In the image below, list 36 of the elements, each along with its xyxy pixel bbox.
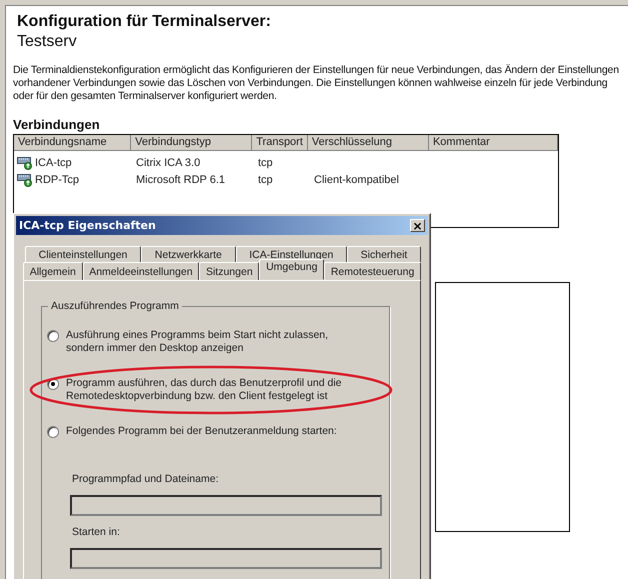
column-header[interactable]: Transport — [252, 135, 308, 151]
table-cell: tcp — [258, 174, 273, 186]
description-text: Die Terminaldienstekonfiguration ermöglicht das Konfigurieren der Einstellungen für neue Verbindungen, das Ändern der Einstellungen vorhandener Verbindungen sowie das Löschen von Verbindungen. Die Einstellungen können wahlweise einzeln für jede Verbindung oder für den gesamten Terminalserver konfiguriert werden. — [13, 64, 620, 103]
table-cell: ICA-tcp — [35, 156, 72, 168]
tab[interactable]: Remotesteuerung — [324, 262, 422, 280]
tab[interactable]: Anmeldeeinstellungen — [82, 262, 200, 280]
field-label: Programmpfad und Dateiname: — [72, 473, 220, 487]
tab[interactable]: Umgebung — [259, 259, 324, 280]
tab[interactable]: Netzwerkkarte — [141, 246, 236, 262]
field-label: Starten in: — [72, 526, 121, 540]
close-button[interactable]: × — [410, 219, 425, 232]
section-heading: Verbindungen — [13, 118, 101, 132]
connection-icon — [17, 156, 33, 170]
group-legend: Auszuführendes Programm — [48, 300, 182, 312]
column-header[interactable]: Verbindungsname — [14, 135, 132, 151]
dialog-title: ICA-tcp Eigenschaften — [19, 219, 156, 232]
table-cell: tcp — [258, 156, 273, 168]
column-header[interactable]: Verschlüsselung — [308, 135, 429, 151]
tab[interactable]: Clienteinstellungen — [25, 246, 142, 262]
table-cell: Citrix ICA 3.0 — [136, 156, 200, 168]
radio-label: Folgendes Programm bei der Benutzeranmeldung starten: — [66, 425, 338, 438]
radio-label: Ausführung eines Programms beim Start nicht zulassen, sondern immer den Desktop anzeigen — [66, 329, 330, 355]
table-cell: Client-kompatibel — [314, 174, 399, 186]
table-cell: Microsoft RDP 6.1 — [136, 174, 226, 186]
connection-icon — [17, 172, 33, 186]
page-title: Konfiguration für Terminalserver: — [17, 12, 272, 32]
radio-button[interactable] — [47, 426, 59, 438]
column-header[interactable]: Kommentar — [428, 135, 558, 151]
tab[interactable]: Sitzungen — [199, 262, 260, 280]
tab[interactable]: Sicherheit — [346, 246, 422, 262]
radio-label: Programm ausführen, das durch das Benutzerprofil und die Remotedesktopverbindung bzw. den Client festgelegt ist — [66, 377, 342, 403]
table-cell: RDP-Tcp — [35, 174, 80, 186]
server-name: Testserv — [17, 32, 78, 51]
tab[interactable]: Allgemein — [23, 262, 83, 280]
column-header[interactable]: Verbindungstyp — [131, 135, 252, 151]
radio-button[interactable] — [47, 330, 59, 342]
